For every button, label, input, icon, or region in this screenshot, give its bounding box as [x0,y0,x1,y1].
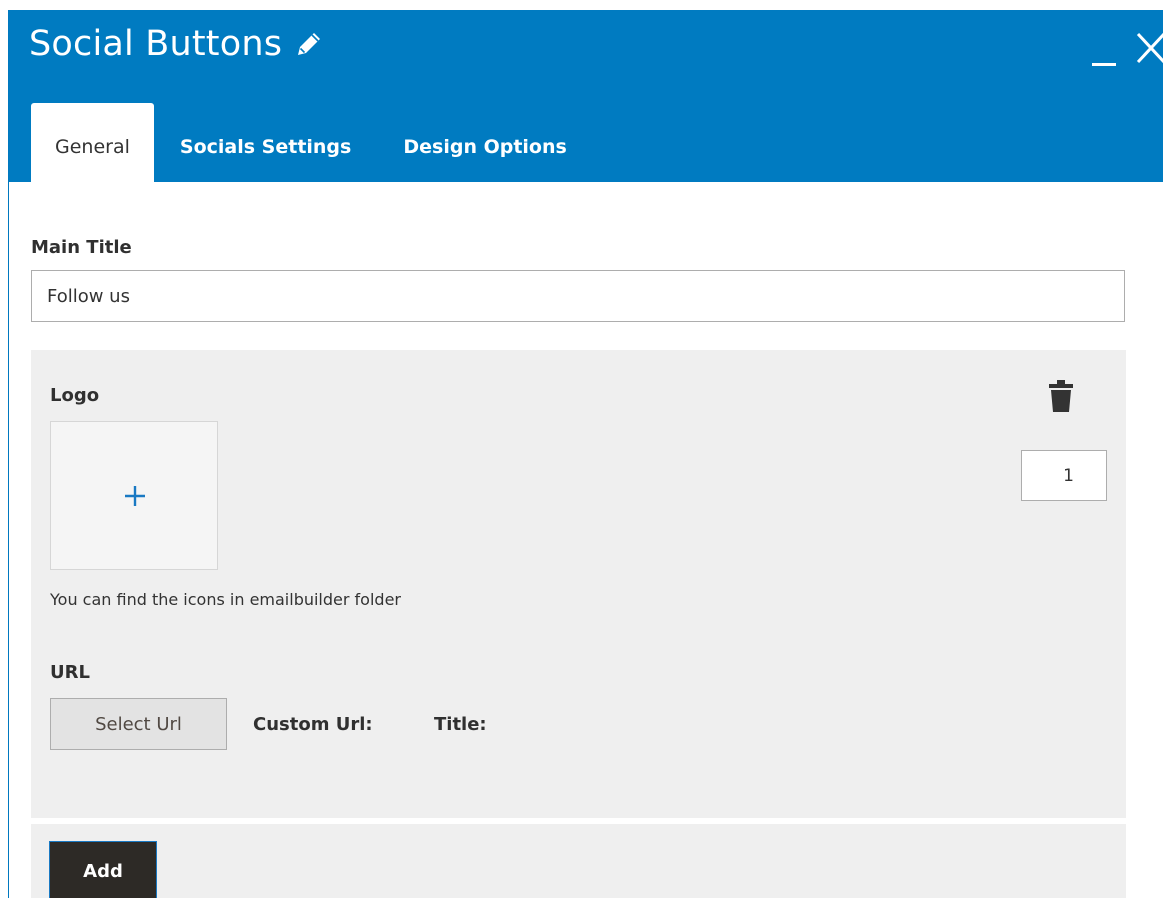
modal-title-text: Social Buttons [29,24,283,64]
close-icon [1136,32,1163,64]
close-button[interactable] [1136,28,1163,68]
custom-url-label: Custom Url: [253,714,373,735]
minimize-icon [1092,63,1116,66]
tab-socials-settings[interactable]: Socials Settings [154,103,377,182]
logo-label: Logo [50,385,100,406]
logo-upload-box[interactable] [50,421,218,570]
sort-order-input[interactable] [1021,450,1107,501]
main-title-input[interactable] [31,270,1125,322]
logo-hint-text: You can find the icons in emailbuilder f… [50,590,401,609]
trash-icon [1049,380,1073,412]
general-tab-content: Main Title Logo You can find the icons i… [9,182,1163,898]
add-panel: Add [31,824,1126,898]
select-url-button[interactable]: Select Url [50,698,227,750]
delete-item-button[interactable] [1048,380,1074,412]
minimize-button[interactable] [1090,30,1118,68]
url-label: URL [50,662,90,683]
modal-header: Social Buttons General Socials Settings … [9,10,1163,182]
main-title-label: Main Title [31,237,132,258]
plus-icon [125,486,145,506]
tab-general[interactable]: General [31,103,154,182]
title-label: Title: [434,714,487,735]
tab-design-options[interactable]: Design Options [377,103,592,182]
modal-title: Social Buttons [29,24,324,64]
social-buttons-modal: Social Buttons General Socials Settings … [8,10,1163,898]
tab-bar: General Socials Settings Design Options [31,103,593,182]
pencil-icon[interactable] [294,29,324,59]
social-item-panel: Logo You can find the icons in emailbuil… [31,350,1126,818]
add-button[interactable]: Add [49,841,157,898]
